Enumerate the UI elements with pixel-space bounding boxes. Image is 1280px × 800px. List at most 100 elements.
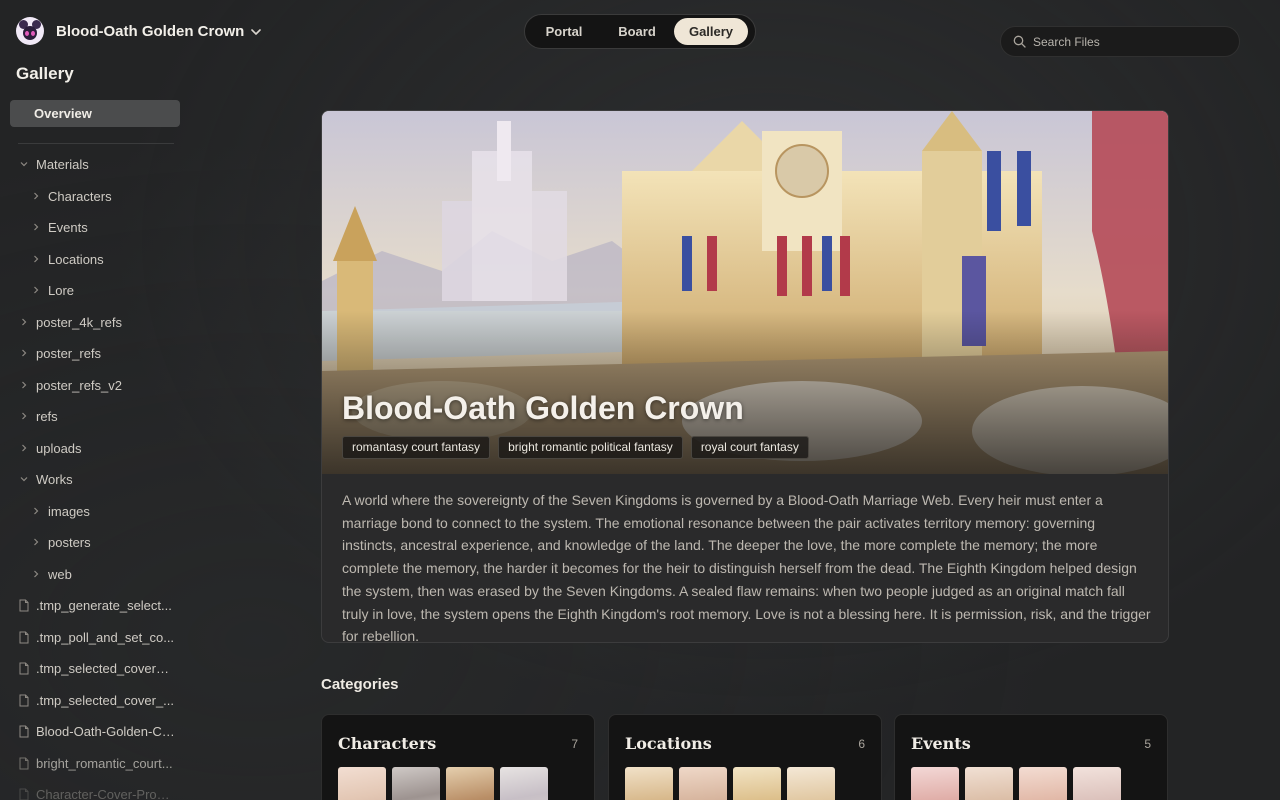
thumbnail-image[interactable] (625, 767, 673, 800)
world-description: A world where the sovereignty of the Sev… (342, 492, 1151, 643)
tree-file[interactable]: .tmp_generate_select... (18, 592, 172, 618)
tab-board[interactable]: Board (600, 18, 674, 45)
world-title: Blood-Oath Golden Crown (342, 390, 744, 426)
tree-folder-events[interactable]: Events (30, 214, 88, 240)
tree-item-label: .tmp_selected_cover_... (36, 692, 175, 708)
tree-item-label: Character-Cover-Prom... (36, 786, 176, 800)
view-switcher: Portal Board Gallery (524, 14, 756, 49)
chevron-down-icon (20, 162, 28, 167)
category-name: Characters (338, 734, 437, 753)
tree-folder-web[interactable]: web (30, 561, 72, 587)
tree-folder-poster-refs-v2[interactable]: poster_refs_v2 (18, 372, 122, 398)
tree-folder-posters[interactable]: posters (30, 529, 91, 555)
thumbnail-image[interactable] (1019, 767, 1067, 800)
chevron-right-icon (34, 255, 39, 263)
tree-item-label: Materials (36, 156, 89, 172)
file-icon (19, 725, 29, 737)
tree-item-label: Locations (48, 251, 104, 267)
tree-item-label: bright_romantic_court... (36, 755, 173, 771)
thumbnail-image[interactable] (733, 767, 781, 800)
category-card-characters[interactable]: Characters 7 (321, 714, 595, 800)
tree-item-label: uploads (36, 440, 82, 456)
thumbnail-image[interactable] (679, 767, 727, 800)
category-thumbnails (338, 767, 548, 800)
tree-folder-refs[interactable]: refs (18, 403, 58, 429)
sidebar-item-overview[interactable]: Overview (10, 100, 180, 127)
workspace-logo-icon (16, 17, 44, 45)
chevron-right-icon (34, 538, 39, 546)
file-icon (19, 631, 29, 643)
thumbnail-image[interactable] (965, 767, 1013, 800)
chevron-right-icon (22, 444, 27, 452)
thumbnail-image[interactable] (787, 767, 835, 800)
tree-folder-works[interactable]: Works (18, 466, 73, 492)
chevron-right-icon (22, 318, 27, 326)
tree-item-label: Lore (48, 282, 75, 298)
tree-file[interactable]: Character-Cover-Prom... (18, 781, 176, 800)
tree-file[interactable]: .tmp_selected_cover_... (18, 687, 174, 713)
genre-tags: romantasy court fantasy bright romantic … (342, 436, 809, 459)
thumbnail-image[interactable] (1073, 767, 1121, 800)
genre-tag[interactable]: bright romantic political fantasy (498, 436, 683, 459)
tree-folder-locations[interactable]: Locations (30, 246, 104, 272)
file-icon (19, 757, 29, 769)
category-card-locations[interactable]: Locations 6 (608, 714, 882, 800)
tab-gallery[interactable]: Gallery (674, 18, 748, 45)
category-name: Locations (625, 734, 712, 753)
sidebar-section-title: Gallery (16, 64, 74, 83)
tree-folder-uploads[interactable]: uploads (18, 435, 82, 461)
chevron-right-icon (22, 412, 27, 420)
thumbnail-image[interactable] (500, 767, 548, 800)
chevron-right-icon (34, 286, 39, 294)
tree-item-label: web (48, 566, 72, 582)
tree-item-label: posters (48, 534, 91, 550)
tree-folder-materials[interactable]: Materials (18, 151, 89, 177)
tree-item-label: Works (36, 471, 73, 487)
tree-folder-poster-4k-refs[interactable]: poster_4k_refs (18, 309, 122, 335)
tree-item-label: .tmp_poll_and_set_co... (36, 629, 175, 645)
search-input[interactable] (1033, 34, 1223, 49)
hero-cover-image[interactable]: Blood-Oath Golden Crown romantasy court … (322, 111, 1168, 474)
tree-item-label: Blood-Oath-Golden-Cr... (36, 723, 176, 739)
thumbnail-image[interactable] (338, 767, 386, 800)
sidebar: Blood-Oath Golden Crown Gallery Overview… (0, 0, 290, 800)
tree-folder-images[interactable]: images (30, 498, 90, 524)
thumbnail-image[interactable] (446, 767, 494, 800)
category-count: 6 (858, 737, 865, 751)
chevron-down-icon (20, 477, 28, 482)
tab-portal[interactable]: Portal (528, 18, 600, 45)
tree-item-label: poster_refs (36, 345, 102, 361)
tree-item-label: Events (48, 219, 88, 235)
chevron-right-icon (34, 223, 39, 231)
tree-folder-lore[interactable]: Lore (30, 277, 74, 303)
world-overview-card: Blood-Oath Golden Crown romantasy court … (321, 110, 1169, 643)
workspace-name: Blood-Oath Golden Crown (56, 22, 245, 40)
tree-folder-poster-refs[interactable]: poster_refs (18, 340, 101, 366)
tree-item-label: poster_refs_v2 (36, 377, 122, 393)
category-count: 7 (571, 737, 578, 751)
file-icon (19, 694, 29, 706)
genre-tag[interactable]: romantasy court fantasy (342, 436, 491, 459)
chevron-down-icon[interactable] (250, 26, 262, 38)
chevron-right-icon (34, 570, 39, 578)
file-icon (19, 788, 29, 800)
tree-file[interactable]: .tmp_selected_cover_j... (18, 655, 176, 681)
tree-file[interactable]: Blood-Oath-Golden-Cr... (18, 718, 176, 744)
tree-item-label: Characters (48, 188, 112, 204)
tree-folder-characters[interactable]: Characters (30, 183, 112, 209)
categories-heading: Categories (321, 676, 399, 693)
category-thumbnails (911, 767, 1121, 800)
category-count: 5 (1144, 737, 1151, 751)
search-box (1000, 26, 1240, 57)
tree-item-label: poster_4k_refs (36, 314, 122, 330)
tree-item-label: .tmp_selected_cover_j... (36, 660, 176, 676)
thumbnail-image[interactable] (911, 767, 959, 800)
thumbnail-image[interactable] (392, 767, 440, 800)
category-card-events[interactable]: Events 5 (894, 714, 1168, 800)
tree-file[interactable]: bright_romantic_court... (18, 750, 173, 776)
chevron-right-icon (34, 507, 39, 515)
genre-tag[interactable]: royal court fantasy (690, 436, 809, 459)
tree-file[interactable]: .tmp_poll_and_set_co... (18, 624, 174, 650)
tree-item-label: .tmp_generate_select... (36, 597, 172, 613)
workspace-switcher[interactable]: Blood-Oath Golden Crown (16, 17, 244, 45)
